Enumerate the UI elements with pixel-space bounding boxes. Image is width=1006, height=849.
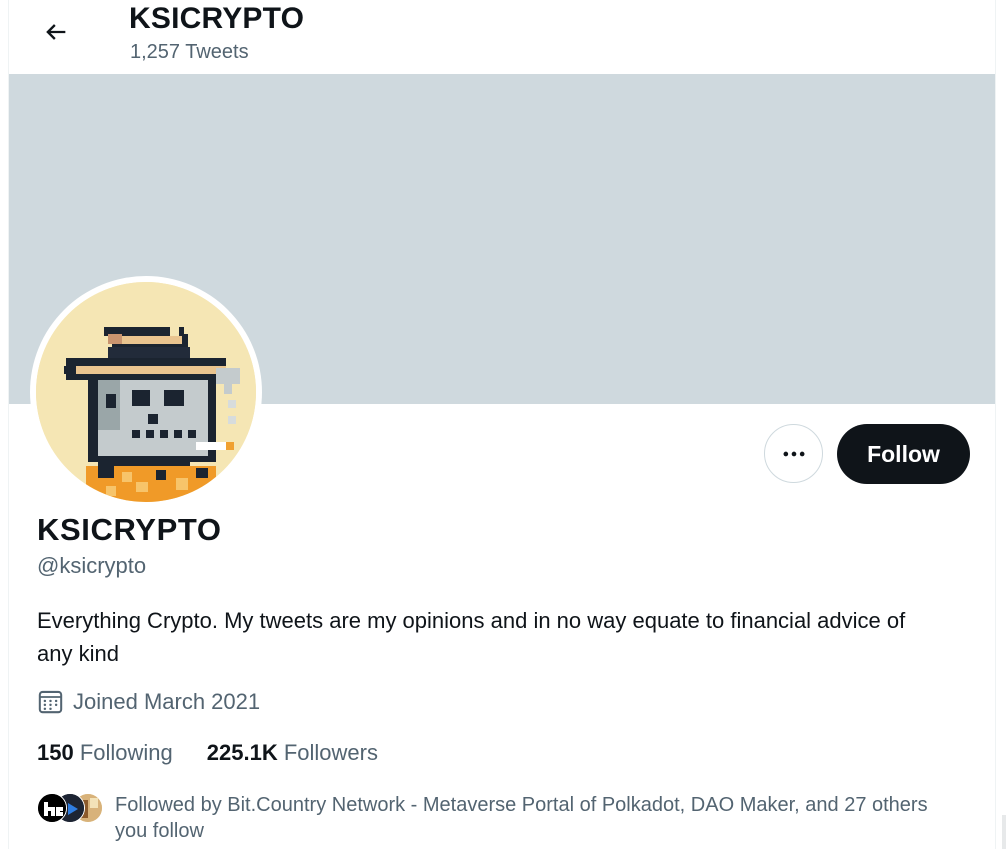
profile-handle: @ksicrypto [37, 553, 147, 578]
profile-header: KSICRYPTO 1,257 Tweets [9, 0, 995, 74]
pixel-skull-avatar-image [36, 282, 256, 502]
following-label: Following [79, 740, 173, 765]
header-title: KSICRYPTO [129, 2, 305, 35]
followed-by[interactable]: Followed by Bit.Country Network - Metave… [37, 792, 957, 844]
following-count: 150 [37, 740, 74, 765]
joined-date: Joined March 2021 [37, 688, 260, 715]
profile-bio: Everything Crypto. My tweets are my opin… [37, 608, 906, 666]
follow-stats: 150 Following 225.1K Followers [37, 740, 412, 766]
display-name: KSICRYPTO [37, 512, 222, 547]
joined-date-text: Joined March 2021 [73, 688, 261, 714]
back-button[interactable] [36, 12, 76, 52]
following-link[interactable]: 150 Following [37, 740, 173, 766]
followed-by-text: Followed by Bit.Country Network - Metave… [115, 794, 928, 842]
profile-page: KSICRYPTO 1,257 Tweets Follow KSICRYPTO … [0, 0, 1006, 849]
avatar [36, 282, 256, 502]
tweet-count: 1,257 Tweets [130, 41, 249, 63]
scrollbar[interactable] [1002, 815, 1006, 849]
follow-button[interactable]: Follow [837, 424, 970, 484]
followers-link[interactable]: 225.1K Followers [207, 740, 378, 766]
more-horizontal-icon [783, 451, 804, 456]
main-column: KSICRYPTO 1,257 Tweets Follow KSICRYPTO … [8, 0, 996, 849]
followers-count: 225.1K [206, 740, 278, 765]
followers-label: Followers [283, 740, 378, 765]
avatar-frame[interactable] [30, 276, 262, 508]
follower-avatar [37, 793, 67, 823]
arrow-left-icon [46, 24, 66, 40]
calendar-icon [37, 688, 64, 715]
more-options-button[interactable] [764, 424, 823, 483]
followed-by-avatars [37, 793, 107, 825]
